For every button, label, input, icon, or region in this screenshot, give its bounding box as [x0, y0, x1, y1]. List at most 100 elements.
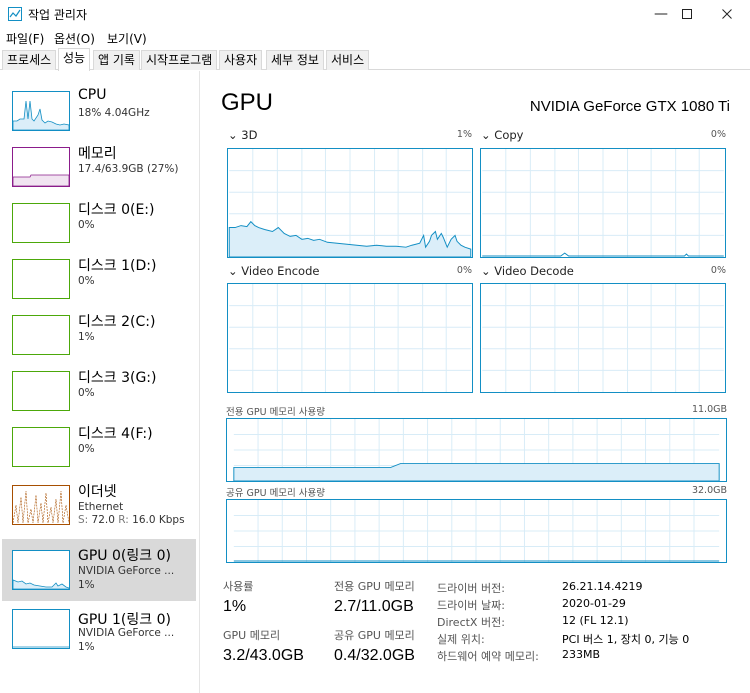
engine-pct-copy: 0% [710, 129, 726, 140]
disk-thumbnail-graph [12, 203, 70, 243]
sidebar-item-detail: 0% [78, 387, 95, 399]
sidebar-item-label: 메모리 [78, 146, 117, 162]
dedicated-memory-max: 11.0GB [691, 404, 727, 415]
physical-location-key: 실제 위치: [437, 633, 485, 646]
driver-version-value: 26.21.14.4219 [562, 580, 643, 593]
hardware-reserved-memory-value: 233MB [562, 648, 601, 661]
gpu-detail-panel: GPU NVIDIA GeForce GTX 1080 Ti ⌄ 3D 1% ⌄… [201, 71, 750, 693]
shared-memory-max: 32.0GB [691, 485, 727, 496]
sidebar-item-detail: Ethernet [78, 501, 124, 513]
disk-thumbnail-graph [12, 315, 70, 355]
directx-version-key: DirectX 버전: [437, 616, 505, 629]
sidebar-item-detail: 0% [78, 219, 95, 231]
title-bar: 작업 관리자 — [0, 0, 750, 28]
sidebar-item-detail: 1% [78, 331, 95, 343]
page-title: GPU [221, 89, 274, 116]
sidebar-item-label: 디스크 1(D:) [78, 258, 157, 274]
sidebar-item-disk-4[interactable]: 디스크 4(F:) 0% [2, 419, 196, 475]
tab-details[interactable]: 세부 정보 [266, 50, 324, 70]
menu-file[interactable]: 파일(F) [6, 30, 44, 47]
close-icon [722, 9, 732, 19]
sidebar-item-label: 디스크 3(G:) [78, 370, 157, 386]
sidebar-item-label: GPU 1(링크 0) [78, 612, 171, 628]
tab-startup[interactable]: 시작프로그램 [141, 50, 218, 70]
engine-label-copy[interactable]: ⌄ Copy [481, 128, 523, 142]
engine-pct-video-decode: 0% [710, 265, 726, 276]
sidebar-item-ethernet[interactable]: 이더넷 Ethernet S: 72.0 R: 16.0 Kbps [2, 477, 196, 535]
tab-performance[interactable]: 성능 [58, 48, 91, 71]
engine-graph-copy [480, 148, 726, 258]
sidebar-item-memory[interactable]: 메모리 17.4/63.9GB (27%) [2, 139, 196, 195]
directx-version-value: 12 (FL 12.1) [562, 614, 629, 627]
engine-label-video-decode[interactable]: ⌄ Video Decode [481, 264, 574, 278]
hardware-reserved-memory-key: 하드웨어 예약 메모리: [437, 650, 539, 663]
engine-graph-video-encode [227, 283, 473, 393]
driver-version-key: 드라이버 버전: [437, 582, 505, 595]
engine-pct-3d: 1% [456, 129, 472, 140]
tab-users[interactable]: 사용자 [219, 50, 263, 70]
tab-bar: 프로세스 성능 앱 기록 시작프로그램 사용자 세부 정보 서비스 [0, 48, 750, 71]
sidebar-item-cpu[interactable]: CPU 18% 4.04GHz [2, 83, 196, 139]
sidebar: CPU 18% 4.04GHz 메모리 17.4/63.9GB (27%) 디스… [0, 71, 200, 693]
gpu-thumbnail-graph [12, 609, 70, 649]
sidebar-item-detail: NVIDIA GeForce ... [78, 565, 175, 577]
driver-date-key: 드라이버 날짜: [437, 599, 505, 612]
sidebar-item-label: 디스크 0(E:) [78, 202, 155, 218]
driver-date-value: 2020-01-29 [562, 597, 626, 610]
gpu-memory-value: 3.2/43.0GB [223, 647, 304, 664]
sidebar-item-label: CPU [78, 87, 107, 103]
shared-memory-stat-value: 0.4/32.0GB [334, 647, 415, 664]
gpu-memory-label: GPU 메모리 [223, 629, 281, 642]
tab-services[interactable]: 서비스 [326, 50, 370, 70]
physical-location-value: PCI 버스 1, 장치 0, 기능 0 [562, 633, 690, 646]
sidebar-item-throughput: S: 72.0 R: 16.0 Kbps [78, 514, 185, 526]
sidebar-item-label: GPU 0(링크 0) [78, 548, 171, 564]
dedicated-memory-graph [226, 418, 727, 482]
gpu-thumbnail-graph [12, 550, 70, 590]
maximize-icon [682, 9, 692, 19]
sidebar-item-detail: 17.4/63.9GB (27%) [78, 163, 179, 175]
ethernet-thumbnail-graph [12, 485, 70, 525]
sidebar-item-disk-2[interactable]: 디스크 2(C:) 1% [2, 307, 196, 363]
memory-thumbnail-graph [12, 147, 70, 187]
sidebar-item-detail: 0% [78, 443, 95, 455]
menu-bar: 파일(F) 옵션(O) 보기(V) [0, 28, 750, 48]
tab-app-history[interactable]: 앱 기록 [93, 50, 140, 70]
close-button[interactable] [704, 0, 750, 28]
engine-pct-video-encode: 0% [456, 265, 472, 276]
cpu-thumbnail-graph [12, 91, 70, 131]
disk-thumbnail-graph [12, 259, 70, 299]
sidebar-item-label: 디스크 4(F:) [78, 426, 153, 442]
tab-processes[interactable]: 프로세스 [2, 50, 57, 70]
dedicated-memory-stat-label: 전용 GPU 메모리 [334, 580, 415, 593]
engine-graph-3d [227, 148, 473, 258]
dedicated-memory-label: 전용 GPU 메모리 사용량 [226, 407, 326, 418]
sidebar-item-usage: 1% [78, 579, 95, 591]
sidebar-item-disk-1[interactable]: 디스크 1(D:) 0% [2, 251, 196, 307]
menu-view[interactable]: 보기(V) [107, 30, 147, 47]
sidebar-item-detail: NVIDIA GeForce ... [78, 627, 175, 639]
sidebar-item-disk-0[interactable]: 디스크 0(E:) 0% [2, 195, 196, 251]
shared-memory-graph [226, 499, 727, 563]
usage-label: 사용률 [223, 580, 254, 593]
engine-label-3d[interactable]: ⌄ 3D [228, 128, 257, 142]
sidebar-item-gpu-0[interactable]: GPU 0(링크 0) NVIDIA GeForce ... 1% [2, 539, 196, 601]
sidebar-item-disk-3[interactable]: 디스크 3(G:) 0% [2, 363, 196, 419]
gpu-model-name: NVIDIA GeForce GTX 1080 Ti [529, 98, 730, 115]
task-manager-icon [8, 7, 22, 21]
shared-memory-stat-label: 공유 GPU 메모리 [334, 629, 415, 642]
dedicated-memory-stat-value: 2.7/11.0GB [334, 598, 414, 615]
sidebar-item-detail: 18% 4.04GHz [78, 107, 150, 119]
shared-memory-label: 공유 GPU 메모리 사용량 [226, 488, 326, 499]
sidebar-item-label: 이더넷 [78, 484, 117, 500]
menu-options[interactable]: 옵션(O) [54, 30, 95, 47]
engine-graph-video-decode [480, 283, 726, 393]
engine-label-video-encode[interactable]: ⌄ Video Encode [228, 264, 319, 278]
sidebar-item-usage: 1% [78, 641, 95, 653]
sidebar-item-label: 디스크 2(C:) [78, 314, 156, 330]
usage-value: 1% [223, 598, 247, 615]
disk-thumbnail-graph [12, 427, 70, 467]
sidebar-item-gpu-1[interactable]: GPU 1(링크 0) NVIDIA GeForce ... 1% [2, 605, 196, 667]
window-title: 작업 관리자 [28, 8, 88, 22]
sidebar-item-detail: 0% [78, 275, 95, 287]
